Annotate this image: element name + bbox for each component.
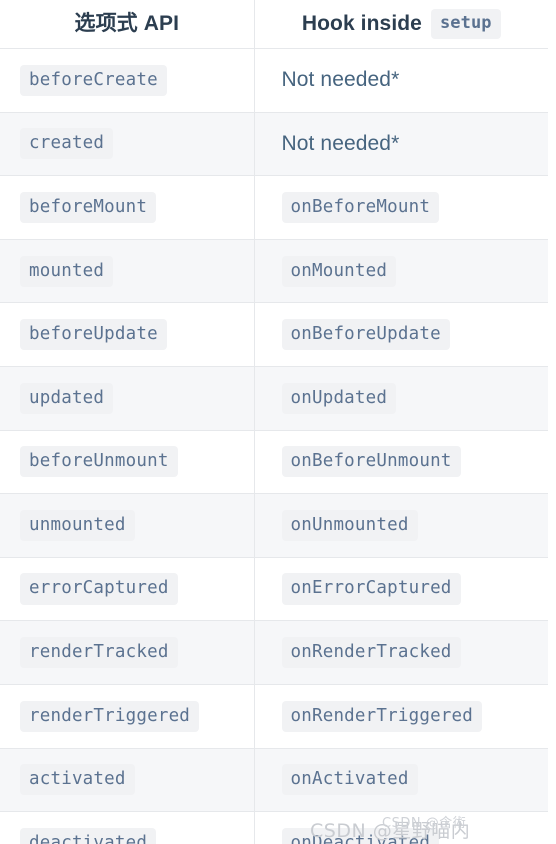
cell-hook: onBeforeUnmount — [254, 430, 548, 495]
option-code-badge: errorCaptured — [20, 573, 178, 605]
table-row: beforeUpdate onBeforeUpdate — [0, 302, 548, 367]
table-row: unmounted onUnmounted — [0, 493, 548, 558]
cell-hook: onActivated — [254, 748, 548, 813]
column-header-options-api: 选项式 API — [0, 0, 255, 49]
cell-options-api: updated — [0, 366, 255, 431]
table-row: deactivated onDeactivated — [0, 811, 548, 844]
lifecycle-mapping-table: 选项式 API Hook inside setup beforeCreate No… — [0, 0, 548, 844]
option-code-badge: activated — [20, 764, 135, 796]
cell-hook: Not needed* — [254, 48, 548, 113]
option-code-badge: beforeUpdate — [20, 319, 167, 351]
cell-hook: onErrorCaptured — [254, 557, 548, 622]
option-code-badge: unmounted — [20, 509, 135, 542]
hook-code-badge: onRenderTracked — [281, 637, 461, 669]
table-header-row: 选项式 API Hook inside setup — [0, 0, 548, 49]
hook-code-badge: onDeactivated — [281, 827, 440, 844]
hook-code-badge: onUnmounted — [281, 509, 418, 542]
option-code-badge: beforeCreate — [20, 64, 167, 96]
table-row: beforeMount onBeforeMount — [0, 175, 548, 240]
cell-options-api: beforeUnmount — [0, 430, 255, 495]
cell-hook: Not needed* — [254, 112, 548, 177]
cell-hook: onMounted — [254, 239, 548, 304]
table-row: created Not needed* — [0, 112, 548, 177]
option-code-badge: created — [20, 128, 114, 160]
setup-code-badge: setup — [430, 8, 501, 40]
cell-hook: onRenderTriggered — [254, 684, 548, 749]
cell-options-api: mounted — [0, 239, 255, 304]
cell-options-api: unmounted — [0, 493, 255, 558]
table-body: beforeCreate Not needed* created Not needed… — [0, 48, 548, 844]
cell-options-api: beforeMount — [0, 175, 255, 240]
cell-options-api: deactivated — [0, 811, 255, 844]
hook-code-badge: onRenderTriggered — [281, 700, 483, 732]
table-row: renderTracked onRenderTracked — [0, 620, 548, 685]
table-row: activated onActivated — [0, 748, 548, 813]
table-row: renderTriggered onRenderTriggered — [0, 684, 548, 749]
column-header-hook-label: Hook inside — [301, 12, 422, 36]
cell-hook: onRenderTracked — [254, 620, 548, 685]
table-header: 选项式 API Hook inside setup — [0, 0, 548, 49]
option-code-badge: updated — [20, 382, 114, 414]
column-header-hook-inside-setup: Hook inside setup — [254, 0, 548, 49]
hook-code-badge: onUpdated — [281, 382, 397, 414]
table-row: mounted onMounted — [0, 239, 548, 304]
hook-code-badge: onBeforeMount — [281, 191, 440, 224]
cell-hook: onDeactivated — [254, 811, 548, 844]
column-header-options-api-label: 选项式 API — [74, 12, 180, 35]
cell-options-api: renderTriggered — [0, 684, 255, 749]
cell-hook: onUnmounted — [254, 493, 548, 558]
hook-code-badge: onBeforeUpdate — [281, 319, 450, 351]
cell-hook: onBeforeMount — [254, 175, 548, 240]
table-row: errorCaptured onErrorCaptured — [0, 557, 548, 622]
option-code-badge: mounted — [20, 255, 114, 287]
hook-code-badge: onBeforeUnmount — [281, 446, 461, 478]
hook-plain-text: Not needed* — [281, 131, 400, 155]
hook-code-badge: onErrorCaptured — [281, 573, 461, 605]
cell-options-api: created — [0, 112, 255, 177]
hook-code-badge: onMounted — [281, 255, 397, 287]
hook-code-badge: onActivated — [281, 764, 418, 796]
cell-options-api: activated — [0, 748, 255, 813]
lifecycle-hooks-table-page: 选项式 API Hook inside setup beforeCreate No… — [0, 0, 556, 844]
option-code-badge: beforeUnmount — [20, 446, 178, 478]
option-code-badge: renderTriggered — [20, 700, 200, 732]
cell-hook: onBeforeUpdate — [254, 302, 548, 367]
table-row: beforeUnmount onBeforeUnmount — [0, 430, 548, 495]
cell-options-api: errorCaptured — [0, 557, 255, 622]
option-code-badge: deactivated — [20, 827, 157, 844]
table-row: updated onUpdated — [0, 366, 548, 431]
table-row: beforeCreate Not needed* — [0, 48, 548, 113]
hook-plain-text: Not needed* — [281, 68, 400, 92]
option-code-badge: beforeMount — [20, 191, 157, 224]
cell-options-api: renderTracked — [0, 620, 255, 685]
cell-options-api: beforeCreate — [0, 48, 255, 113]
option-code-badge: renderTracked — [20, 637, 178, 669]
cell-hook: onUpdated — [254, 366, 548, 431]
cell-options-api: beforeUpdate — [0, 302, 255, 367]
